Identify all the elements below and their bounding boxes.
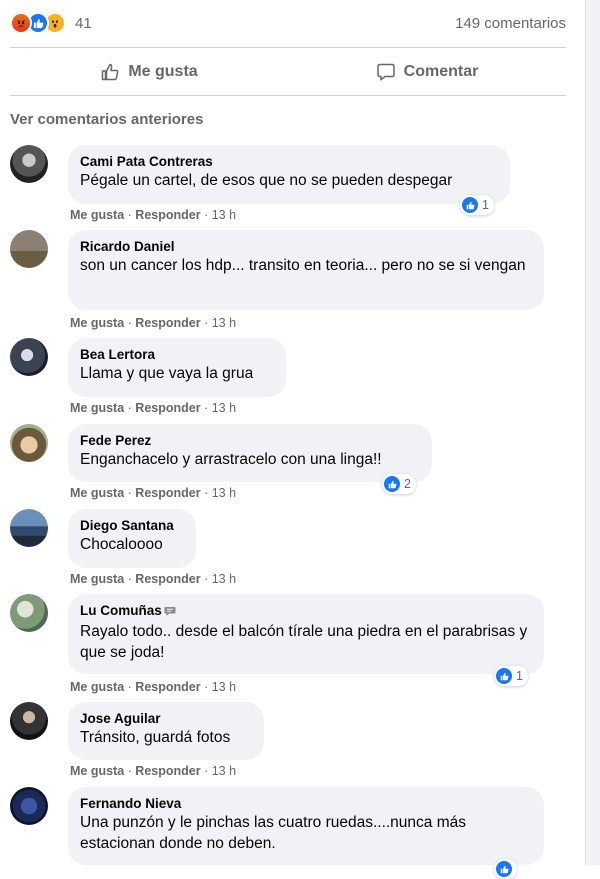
comment-like-link[interactable]: Me gusta [70,208,124,222]
comment-bubble: Diego Santana Chocaloooo [68,509,196,568]
avatar[interactable] [10,145,48,183]
comment-timestamp[interactable]: 13 h [212,401,236,415]
comment-author[interactable]: Cami Pata Contreras [80,153,498,170]
avatar[interactable] [10,230,48,268]
comment-bubble: Ricardo Daniel son un cancer los hdp... … [68,230,544,310]
comment-like-link[interactable]: Me gusta [70,401,124,415]
comment-author[interactable]: Fede Perez [80,432,420,449]
post-stats-bar: 41 149 comentarios [10,8,566,38]
comment-like-link[interactable]: Me gusta [70,572,124,586]
comment-timestamp[interactable]: 13 h [212,680,236,694]
comment-reply-link[interactable]: Responder [135,680,200,694]
avatar[interactable] [10,424,48,462]
comment-reaction-badge[interactable]: 1 [460,195,494,215]
chat-bubble-icon [164,604,176,621]
comment-reply-link[interactable]: Responder [135,486,200,500]
comment-button-label: Comentar [403,62,479,80]
like-icon [496,668,512,684]
comment-text: Chocaloooo [80,536,163,553]
comment-author-name: Lu Comuñas [80,603,162,618]
comment-like-link[interactable]: Me gusta [70,316,124,330]
comment-reaction-badge[interactable]: 1 [494,666,528,686]
comment-reaction-badge[interactable] [494,859,517,879]
comment-author[interactable]: Fernando Nieva [80,795,532,812]
post-action-bar: Me gusta Comentar [10,47,566,96]
comment-author[interactable]: Diego Santana [80,517,184,534]
comment-timestamp[interactable]: 13 h [212,486,236,500]
comment-like-link[interactable]: Me gusta [70,486,124,500]
comment-like-link[interactable]: Me gusta [70,680,124,694]
like-icon [384,476,400,492]
comment-text: Enganchacelo y arrastracelo con una ling… [80,451,382,468]
comment-reply-link[interactable]: Responder [135,764,200,778]
comment-text: Rayalo todo.. desde el balcón tírale una… [80,623,528,661]
angry-icon [10,12,32,34]
avatar[interactable] [10,338,48,376]
comment-reply-link[interactable]: Responder [135,208,200,222]
comment-meta: Me gusta · Responder · 13 h [70,680,237,694]
view-previous-comments-link[interactable]: Ver comentarios anteriores [10,111,203,128]
comment-timestamp[interactable]: 13 h [212,208,236,222]
comment-like-count: 2 [404,477,411,491]
comment-text: Pégale un cartel, de esos que no se pued… [80,172,453,189]
reaction-count: 41 [75,14,92,32]
comment-meta: Me gusta · Responder · 13 h [70,316,237,330]
page-scroll-edge [585,0,600,865]
comment-bubble: Fernando Nieva Una punzón y le pinchas l… [68,787,544,865]
like-icon [496,861,512,877]
thumbs-up-icon [102,63,119,80]
comment-author[interactable]: Bea Lertora [80,346,274,363]
comment-bubble: Bea Lertora Llama y que vaya la grua [68,338,286,397]
comment-timestamp[interactable]: 13 h [212,764,236,778]
comment-author[interactable]: Lu Comuñas [80,602,532,621]
comment-meta: Me gusta · Responder · 13 h [70,486,237,500]
comment-text: Llama y que vaya la grua [80,365,254,382]
comment-bubble: Lu Comuñas Rayalo todo.. desde el balcón… [68,594,544,674]
comment-like-count: 1 [482,198,489,212]
avatar[interactable] [10,702,48,740]
comments-count-link[interactable]: 149 comentarios [455,15,566,32]
comment-meta: Me gusta · Responder · 13 h [70,208,237,222]
comment-meta: Me gusta · Responder · 13 h [70,401,237,415]
comment-like-link[interactable]: Me gusta [70,764,124,778]
reactions-summary[interactable]: 41 [10,12,92,34]
comment-button[interactable]: Comentar [288,48,566,95]
comment-reply-link[interactable]: Responder [135,316,200,330]
avatar[interactable] [10,509,48,547]
comment-reaction-badge[interactable]: 2 [382,474,416,494]
comment-bubble: Jose Aguilar Tránsito, guardá fotos [68,702,264,760]
like-button[interactable]: Me gusta [10,48,288,95]
comment-bubble: Cami Pata Contreras Pégale un cartel, de… [68,145,510,204]
comment-reply-link[interactable]: Responder [135,572,200,586]
comment-meta: Me gusta · Responder · 13 h [70,572,237,586]
comment-text: son un cancer los hdp... transito en teo… [80,257,526,274]
comment-meta: Me gusta · Responder · 13 h [70,764,237,778]
comment-like-count: 1 [516,669,523,683]
comment-text: Tránsito, guardá fotos [80,729,231,746]
comment-timestamp[interactable]: 13 h [212,572,236,586]
like-icon [462,197,478,213]
comment-text: Una punzón y le pinchas las cuatro rueda… [80,814,467,852]
comment-bubble-icon [376,63,395,81]
avatar[interactable] [10,594,48,632]
comment-timestamp[interactable]: 13 h [212,316,236,330]
like-button-label: Me gusta [128,62,198,80]
avatar[interactable] [10,787,48,825]
comment-reply-link[interactable]: Responder [135,401,200,415]
comment-author[interactable]: Jose Aguilar [80,710,252,727]
comment-bubble: Fede Perez Enganchacelo y arrastracelo c… [68,424,432,482]
comment-author[interactable]: Ricardo Daniel [80,238,532,255]
